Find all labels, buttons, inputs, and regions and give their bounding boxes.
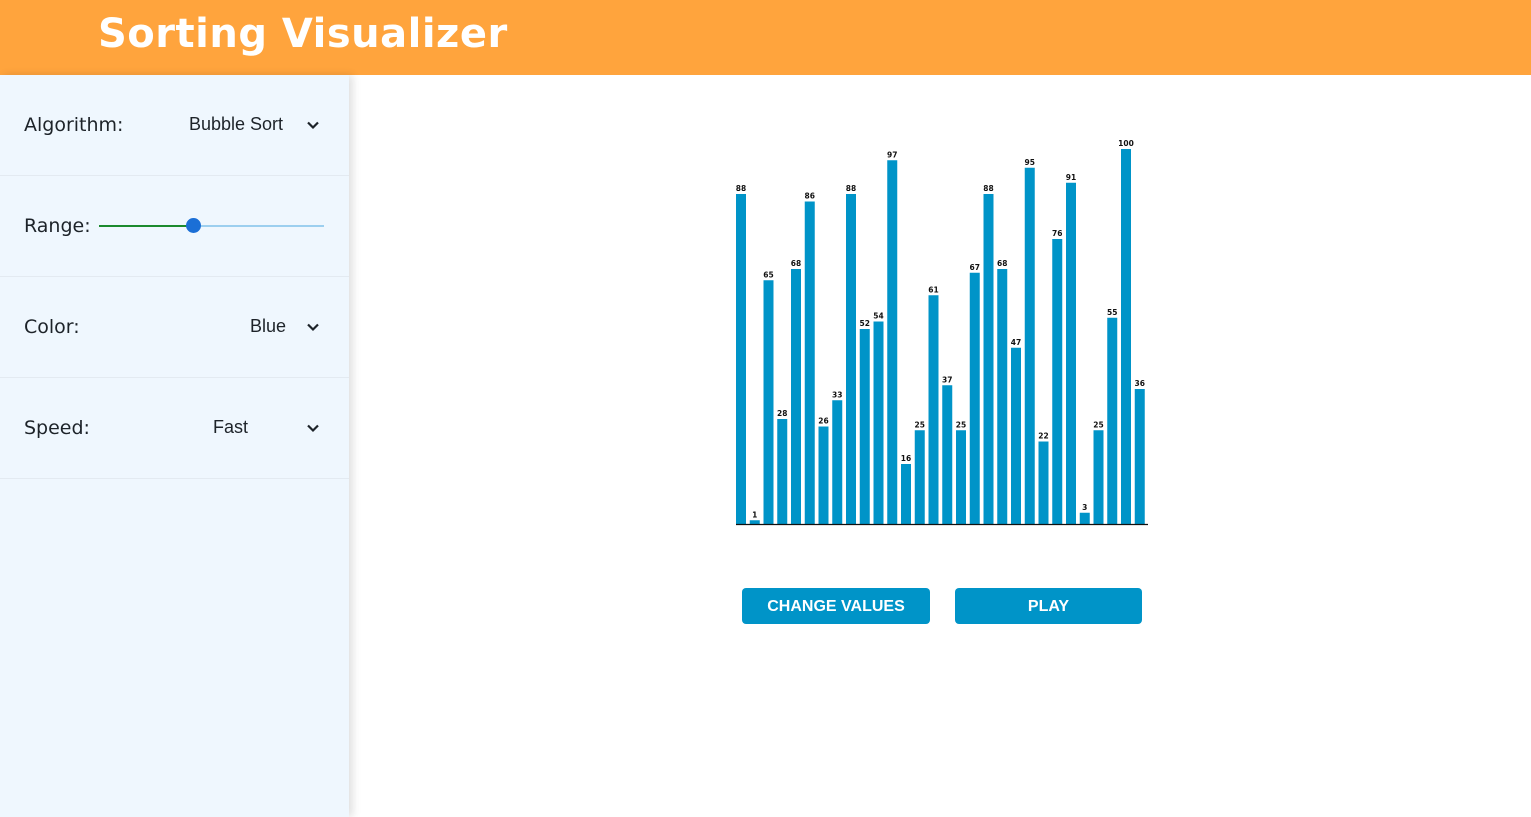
bar-value-label: 1 — [752, 510, 757, 519]
bar-value-label: 33 — [832, 390, 842, 399]
color-setting: Color: Blue — [0, 277, 349, 378]
range-setting: Range: — [0, 176, 349, 277]
bar-value-label: 25 — [1093, 420, 1103, 429]
range-label: Range: — [24, 215, 91, 237]
settings-sidebar: Algorithm: Bubble Sort Range: Color: Blu… — [0, 75, 349, 817]
bar-value-label: 26 — [818, 417, 828, 426]
bar-value-label: 76 — [1052, 229, 1062, 238]
bar — [997, 269, 1008, 524]
chevron-down-icon[interactable] — [306, 320, 320, 334]
bar — [1011, 347, 1021, 524]
bar-value-label: 28 — [777, 409, 787, 418]
bar — [846, 194, 856, 524]
bar-chart-svg: 88 1 65 28 68 86 26 33 88 5254 97 16 25 61 37 25 67 88 68 4… — [736, 139, 1148, 526]
bar — [942, 385, 953, 524]
bar-value-label: 88 — [983, 184, 993, 193]
bar — [818, 426, 829, 524]
bar-value-label: 22 — [1038, 432, 1048, 441]
range-slider[interactable] — [99, 218, 324, 234]
bar-value-label: 68 — [791, 259, 801, 268]
bar — [956, 430, 966, 524]
bar-value-label: 95 — [1025, 158, 1035, 167]
range-slider-fill — [99, 225, 194, 227]
bar — [791, 269, 801, 524]
bar — [914, 430, 925, 524]
change-values-button[interactable]: CHANGE VALUES — [742, 588, 930, 624]
chevron-down-icon[interactable] — [306, 421, 320, 435]
speed-label: Speed: — [24, 417, 90, 439]
bar — [1079, 512, 1090, 524]
bar — [873, 321, 884, 524]
bar-value-label: 25 — [915, 420, 925, 429]
bar-value-label: 91 — [1066, 173, 1076, 182]
bar-value-label: 86 — [805, 192, 815, 201]
bar-value-label: 3 — [1082, 503, 1087, 512]
speed-select[interactable]: Fast — [213, 417, 248, 438]
sorting-chart: 88 1 65 28 68 86 26 33 88 52 54 97 16 25 61 37 25 67 88 68 4… — [730, 135, 1155, 535]
algorithm-label: Algorithm: — [24, 114, 124, 136]
bar-value-label: 55 — [1107, 308, 1117, 317]
bar-value-label: 36 — [1135, 379, 1145, 388]
bar-value-label: 67 — [970, 263, 980, 272]
bar — [901, 464, 911, 524]
app-header: Sorting Visualizer — [0, 0, 1531, 75]
bar — [804, 201, 815, 524]
bar — [1066, 182, 1076, 524]
bar-value-label: 61 — [928, 285, 938, 294]
bar — [749, 520, 760, 524]
bar — [983, 194, 994, 524]
bar-value-label: 25 — [956, 420, 966, 429]
bar-value-label: 68 — [997, 259, 1007, 268]
bar-value-label: 88 — [736, 184, 746, 193]
bar-value-label: 16 — [901, 454, 911, 463]
bar-value-label: 37 — [942, 375, 952, 384]
speed-setting: Speed: Fast — [0, 378, 349, 479]
bar-value-label: 97 — [887, 150, 897, 159]
algorithm-select[interactable]: Bubble Sort — [189, 114, 283, 135]
bar — [777, 419, 788, 524]
bar — [1134, 389, 1145, 524]
bar — [1024, 167, 1035, 524]
app-title: Sorting Visualizer — [98, 11, 508, 57]
range-slider-thumb[interactable] — [186, 218, 201, 233]
bar — [763, 280, 774, 524]
bar — [859, 329, 870, 524]
bar — [1121, 149, 1131, 524]
color-label: Color: — [24, 316, 80, 338]
bar — [887, 160, 898, 524]
play-button[interactable]: PLAY — [955, 588, 1142, 624]
bar — [1093, 430, 1104, 524]
algorithm-setting: Algorithm: Bubble Sort — [0, 75, 349, 176]
bar — [969, 272, 980, 524]
bar-value-label: 54 — [873, 312, 883, 321]
bar — [736, 194, 746, 524]
bar — [1107, 317, 1118, 524]
bar — [1052, 239, 1063, 524]
chevron-down-icon[interactable] — [306, 118, 320, 132]
bar-value-label: 65 — [763, 270, 773, 279]
bar-value-label: 47 — [1011, 338, 1021, 347]
color-select[interactable]: Blue — [250, 316, 286, 337]
bar-value-label: 52 — [860, 319, 870, 328]
bar-value-label: 88 — [846, 184, 856, 193]
bar — [832, 400, 843, 524]
bar — [928, 295, 939, 524]
bar-value-label: 100 — [1118, 139, 1134, 148]
bar — [1038, 441, 1049, 524]
